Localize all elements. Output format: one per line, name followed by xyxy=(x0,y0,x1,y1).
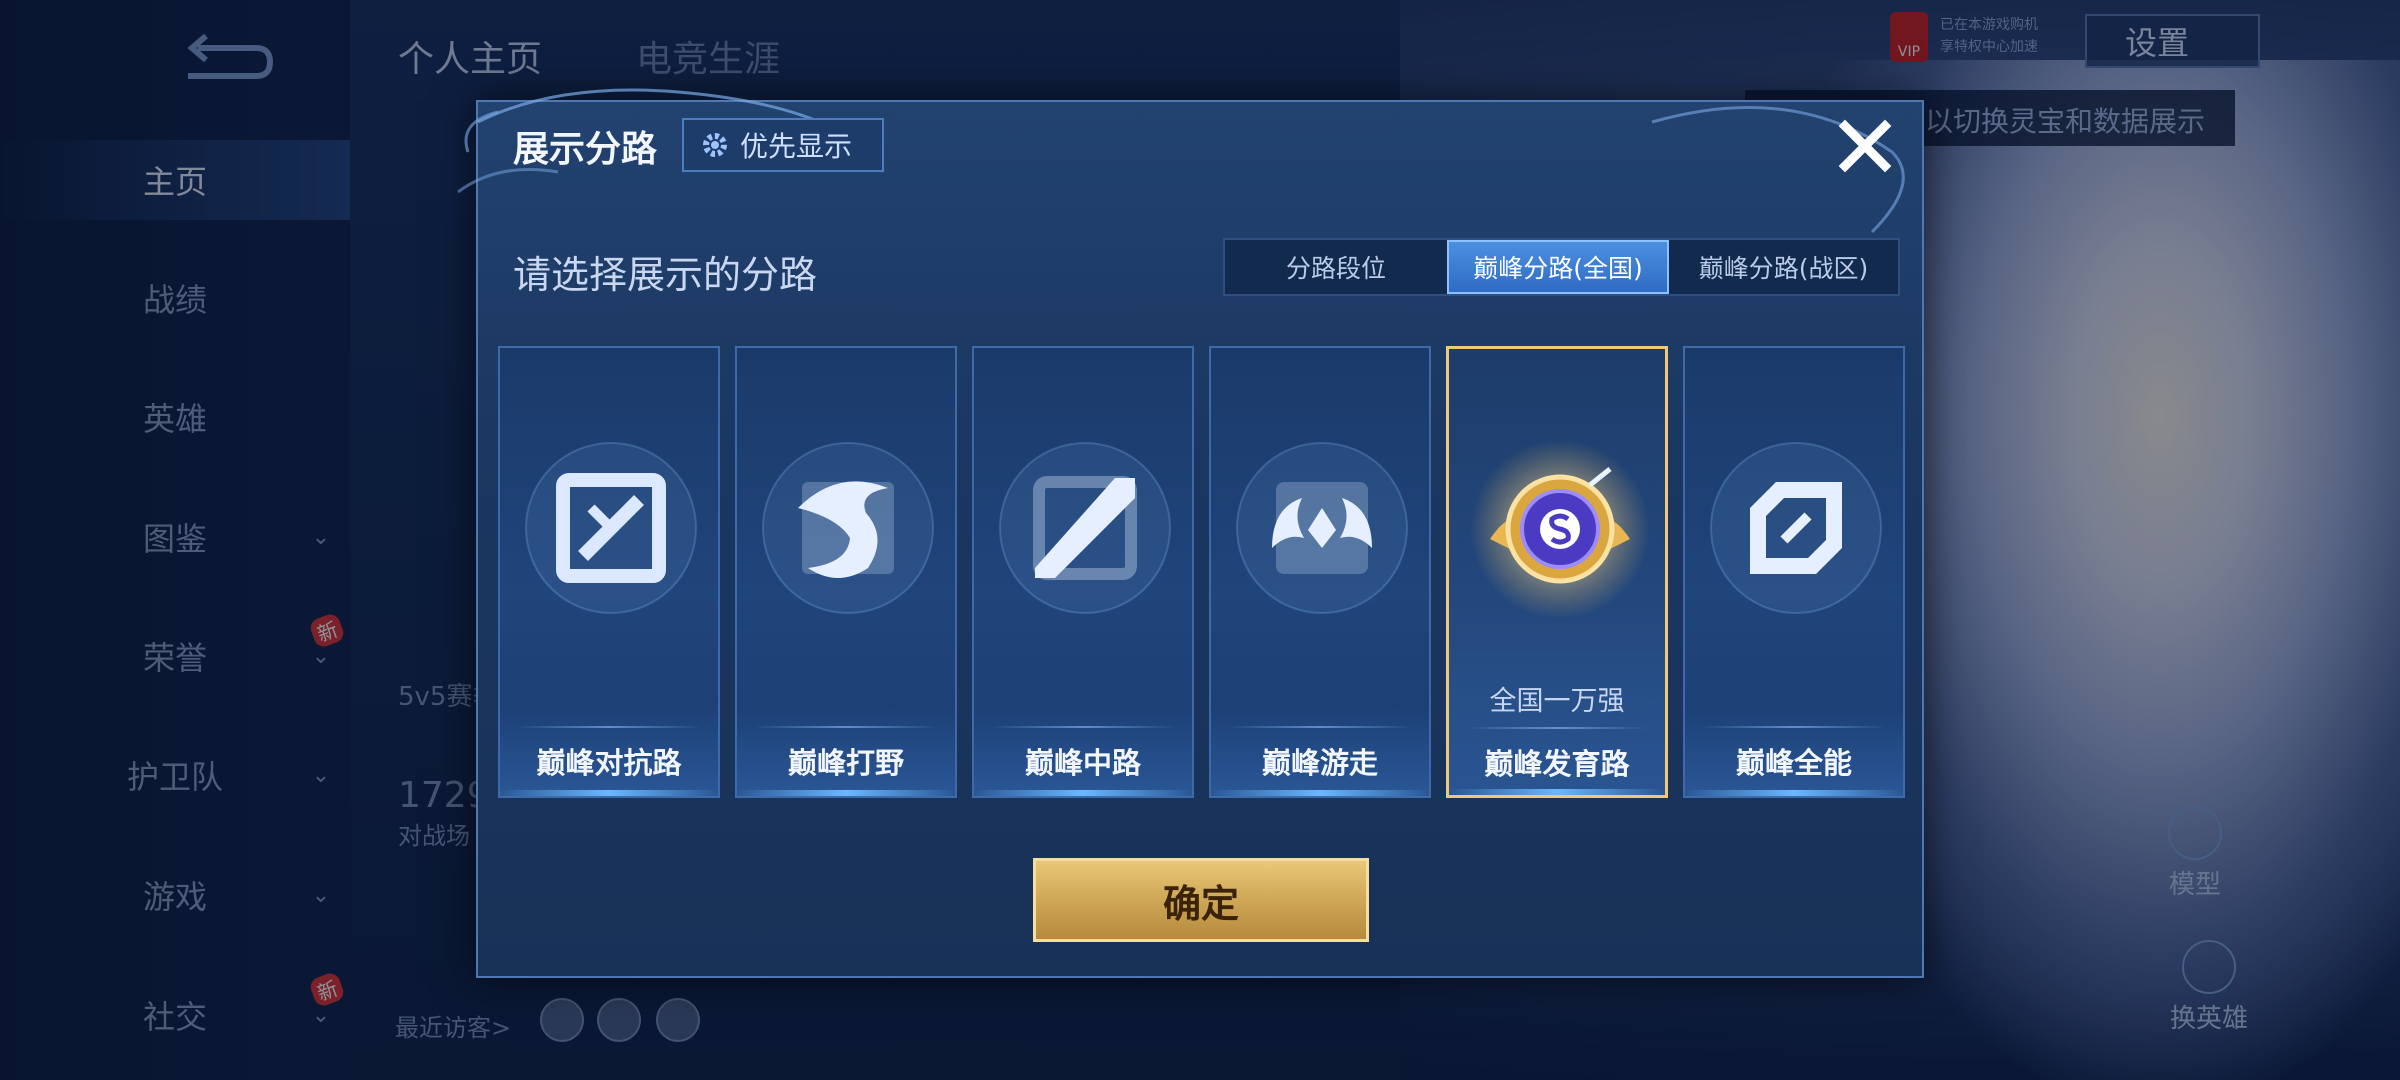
lane-card-list: 巅峰对抗路 巅峰打野 巅峰中路 巅峰游走 全国一万强 巅峰发育路 巅峰全能 xyxy=(498,346,1906,798)
all-round-icon xyxy=(1710,442,1882,614)
lane-card-all-round[interactable]: 巅峰全能 xyxy=(1683,346,1905,798)
tab-peak-lane-national[interactable]: 巅峰分路(全国) xyxy=(1447,240,1669,294)
lane-card-mid[interactable]: 巅峰中路 xyxy=(972,346,1194,798)
close-icon[interactable] xyxy=(1833,114,1897,178)
lane-display-dialog: 展示分路 优先显示 请选择展示的分路 分路段位 巅峰分路(全国) 巅峰分路(战区… xyxy=(457,88,1924,978)
card-divider xyxy=(516,726,702,728)
lane-card-roam[interactable]: 巅峰游走 xyxy=(1209,346,1431,798)
farm-lane-gold-emblem-icon xyxy=(1470,439,1650,619)
jungle-dragon-icon xyxy=(762,442,934,614)
lane-card-clash[interactable]: 巅峰对抗路 xyxy=(498,346,720,798)
lane-card-label: 巅峰打野 xyxy=(787,746,904,780)
lane-card-label: 巅峰全能 xyxy=(1735,746,1852,780)
card-divider xyxy=(1465,727,1649,729)
confirm-button[interactable]: 确定 xyxy=(1033,858,1369,942)
priority-display-label: 优先显示 xyxy=(740,130,853,163)
screen: 个人主页 电竞生涯 主页 战绩 英雄 图鉴 ⌄ 荣誉 ⌄ 新护卫队 ⌄ 游戏 ⌄ 社交 ⌄ 新 VIP 已… xyxy=(0,0,2400,1080)
lane-card-label: 巅峰发育路 xyxy=(1484,747,1630,781)
lane-card-label: 巅峰中路 xyxy=(1024,746,1141,780)
gear-icon xyxy=(703,133,727,157)
priority-display-button[interactable]: 优先显示 xyxy=(682,118,884,172)
dialog-subtitle: 请选择展示的分路 xyxy=(513,253,818,297)
tab-lane-rank[interactable]: 分路段位 xyxy=(1225,240,1447,294)
lane-rank-text: 全国一万强 xyxy=(1489,686,1625,717)
card-divider xyxy=(753,726,939,728)
lane-type-tabs: 分路段位 巅峰分路(全国) 巅峰分路(战区) xyxy=(1223,238,1900,296)
lane-card-label: 巅峰游走 xyxy=(1261,746,1378,780)
roam-wings-icon xyxy=(1236,442,1408,614)
mid-lane-icon xyxy=(999,442,1171,614)
lane-card-jungle[interactable]: 巅峰打野 xyxy=(735,346,957,798)
card-divider xyxy=(990,726,1176,728)
lane-card-farm[interactable]: 全国一万强 巅峰发育路 xyxy=(1446,346,1668,798)
card-divider xyxy=(1701,726,1887,728)
dialog-title: 展示分路 xyxy=(513,129,658,170)
lane-card-label: 巅峰对抗路 xyxy=(536,746,682,780)
tab-peak-lane-region[interactable]: 巅峰分路(战区) xyxy=(1669,240,1898,294)
card-divider xyxy=(1227,726,1413,728)
confirm-label: 确定 xyxy=(1162,881,1239,926)
clash-lane-icon xyxy=(525,442,697,614)
